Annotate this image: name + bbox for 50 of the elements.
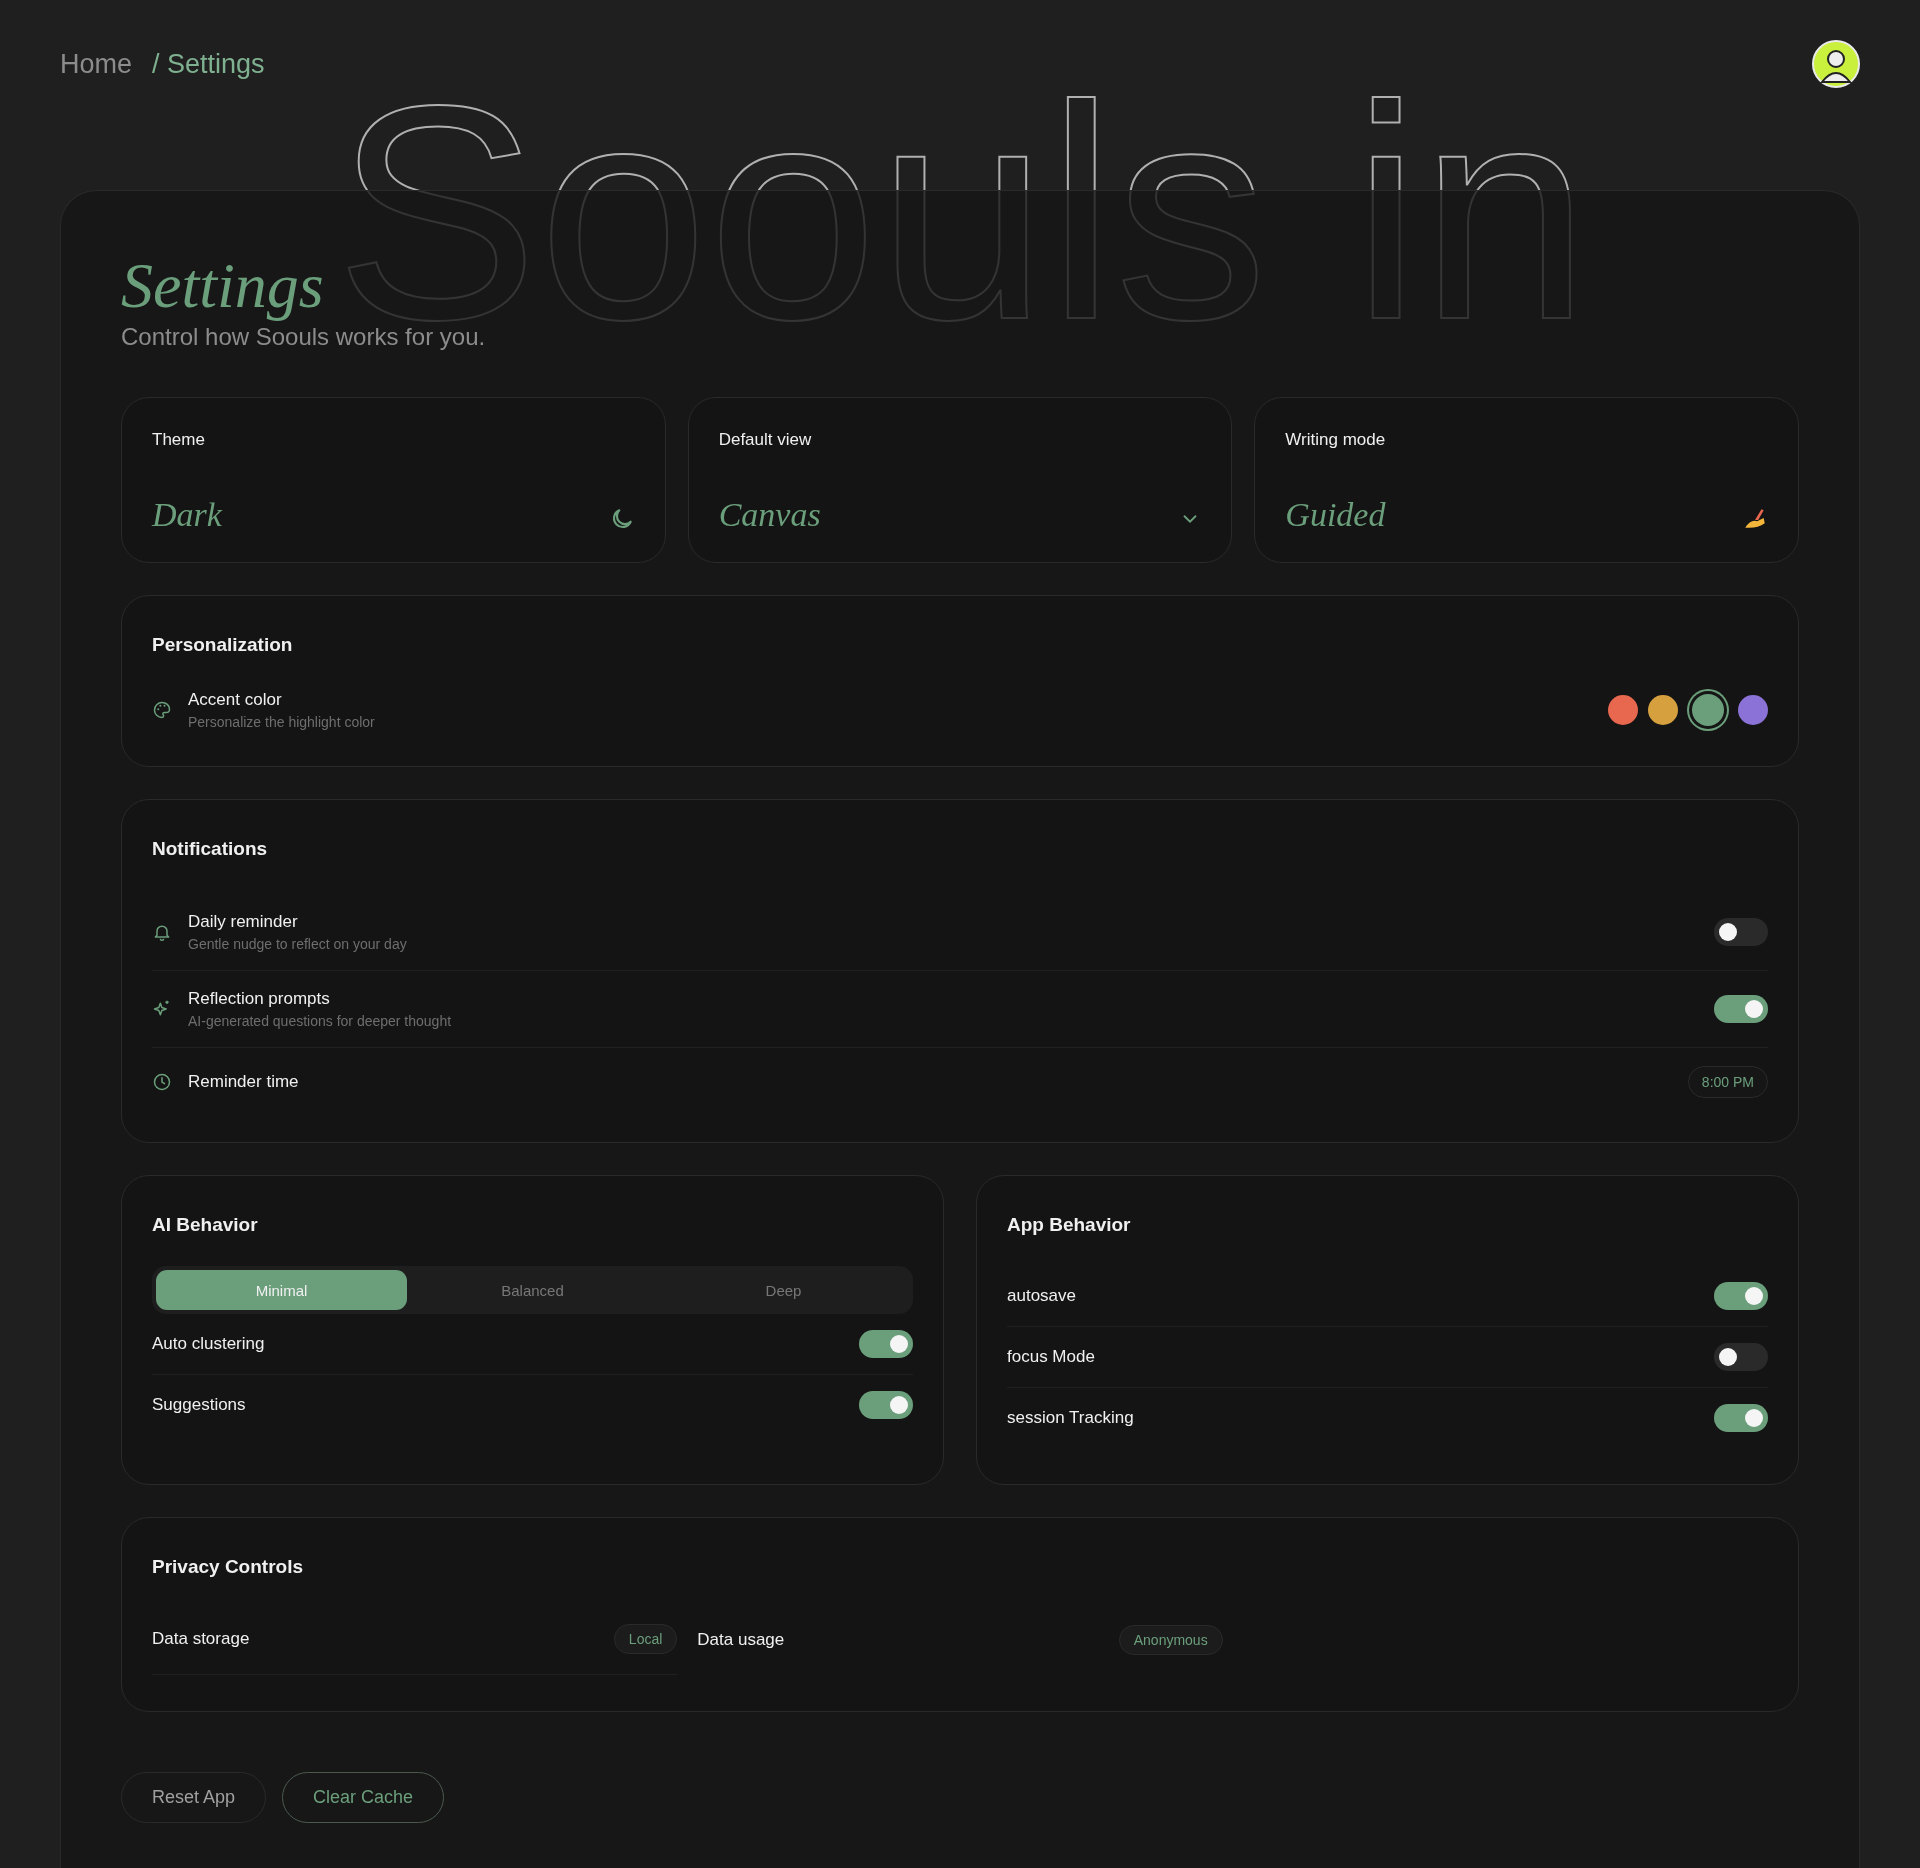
- setting-label: Daily reminder: [188, 912, 299, 933]
- value-tag: Local: [613, 1624, 678, 1655]
- breadcrumb-link[interactable]: Home: [60, 48, 133, 80]
- setting-value: Dark: [152, 496, 222, 535]
- color-swatch[interactable]: [1608, 695, 1638, 726]
- section-title: Personalization: [152, 634, 294, 657]
- avatar-icon[interactable]: [1812, 40, 1860, 88]
- toggle-switch[interactable]: [859, 1391, 913, 1420]
- section-title: Notifications: [152, 838, 269, 861]
- setting-label: Data storage: [152, 1629, 250, 1650]
- setting-label: Default view: [718, 430, 813, 451]
- setting-label: Reflection prompts: [188, 989, 331, 1010]
- toggle-switch[interactable]: [859, 1330, 913, 1359]
- setting-label: Theme: [152, 430, 206, 451]
- setting-label: Accent color: [188, 690, 283, 711]
- setting-card[interactable]: Default view Canvas: [687, 397, 1233, 564]
- color-swatch[interactable]: [1738, 695, 1768, 726]
- clock-icon: [152, 1072, 172, 1093]
- setting-card[interactable]: Theme Dark: [121, 397, 666, 564]
- setting-label: autosave: [1007, 1286, 1076, 1307]
- setting-label: session Tracking: [1007, 1408, 1134, 1429]
- setting-description: Gentle nudge to reflect on your day: [188, 936, 408, 953]
- setting-label: Auto clustering: [152, 1334, 265, 1355]
- toggle-switch[interactable]: [1714, 1282, 1768, 1311]
- segment-tab[interactable]: Deep: [658, 1270, 909, 1311]
- setting-description: AI-generated questions for deeper thought: [188, 1013, 453, 1030]
- breadcrumb-link[interactable]: / Settings: [152, 48, 265, 80]
- section-title: Privacy Controls: [152, 1556, 304, 1579]
- toggle-switch[interactable]: [1714, 1343, 1768, 1372]
- section-title: App Behavior: [1007, 1214, 1132, 1237]
- palette-icon: [152, 700, 172, 721]
- toggle-switch[interactable]: [1714, 995, 1768, 1024]
- setting-card[interactable]: Writing mode Guided: [1254, 397, 1799, 564]
- toggle-switch[interactable]: [1714, 918, 1768, 947]
- page-title: Settings: [121, 251, 325, 322]
- page-subtitle: Control how Soouls works for you.: [121, 323, 487, 352]
- segment-tab[interactable]: Balanced: [407, 1270, 658, 1311]
- setting-description: Personalize the highlight color: [188, 714, 376, 731]
- setting-value: Canvas: [718, 496, 821, 535]
- setting-label: Suggestions: [152, 1395, 246, 1416]
- setting-label: focus Mode: [1007, 1347, 1095, 1368]
- section-title: AI Behavior: [152, 1214, 259, 1237]
- setting-label: Writing mode: [1285, 430, 1387, 451]
- setting-label: Reminder time: [188, 1072, 300, 1093]
- color-swatch[interactable]: [1648, 695, 1678, 726]
- toggle-switch[interactable]: [1714, 1404, 1768, 1433]
- time-picker[interactable]: 8:00 PM: [1687, 1066, 1768, 1099]
- setting-label: Data usage: [697, 1629, 785, 1650]
- value-tag: Anonymous: [1118, 1624, 1223, 1655]
- setting-value: Guided: [1285, 496, 1386, 535]
